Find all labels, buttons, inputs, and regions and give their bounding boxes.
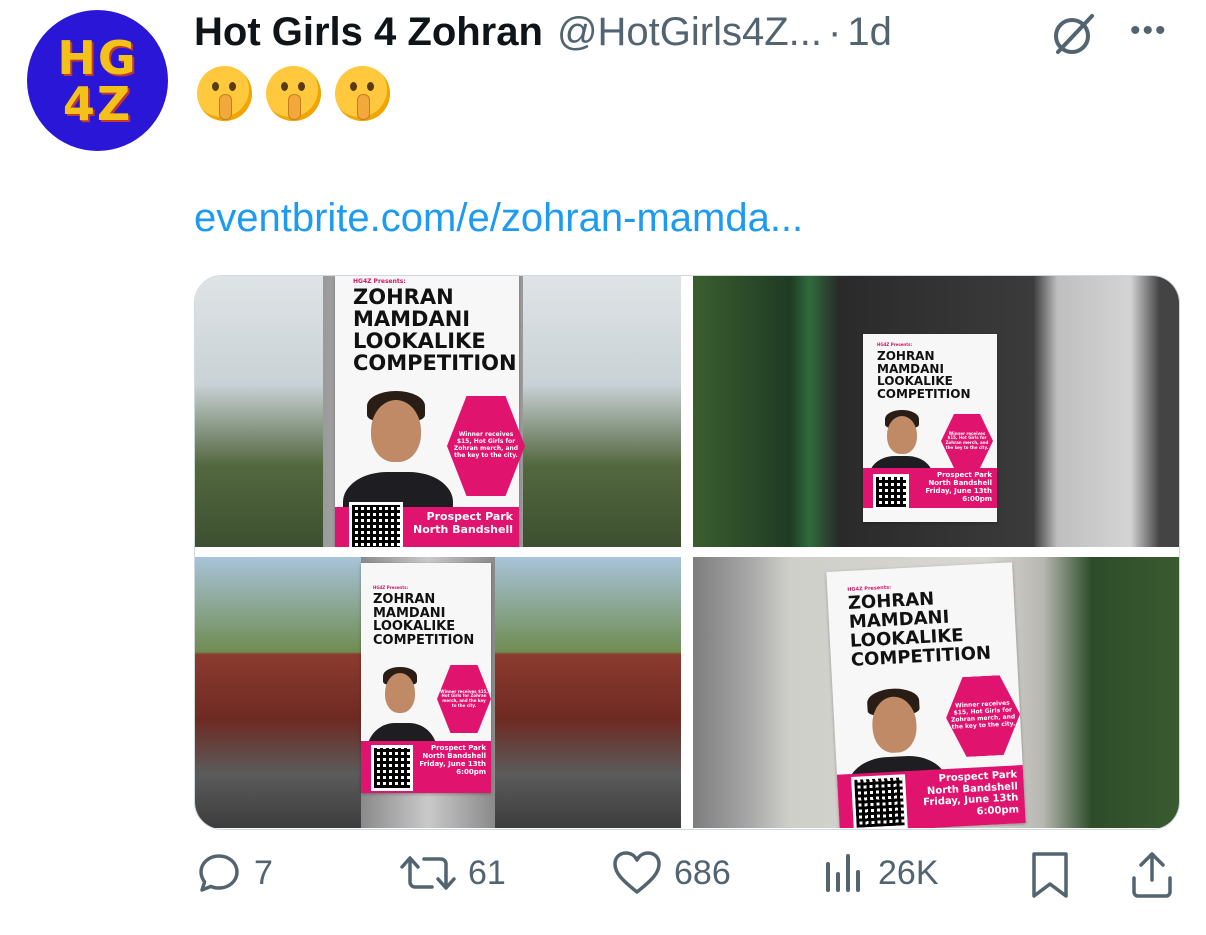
portrait-face [887,416,917,454]
shushing-face-emoji [266,66,321,121]
retweet-count: 61 [468,853,506,892]
photo-2[interactable]: HG4Z Presents: ZOHRAN MAMDANI LOOKALIKE … [693,276,1179,547]
retweet-button[interactable]: 61 [400,850,506,896]
photo-4[interactable]: HG4Z Presents: ZOHRAN MAMDANI LOOKALIKE … [693,557,1179,828]
grok-icon[interactable] [1048,8,1100,60]
share-icon [1132,852,1172,898]
reply-icon [199,854,239,892]
poster-title-line: MAMDANI [353,307,471,332]
tweet-link[interactable]: eventbrite.com/e/zohran-mamda... [194,196,803,241]
poster-title-line: ZOHRAN [373,592,436,607]
photo-1[interactable]: HG4Z Presents: ZOHRAN MAMDANI LOOKALIKE … [195,276,681,547]
poster-title-line: LOOKALIKE [353,329,486,354]
like-icon [613,851,661,894]
qr-code [349,502,403,547]
poster: HG4Z Presents: ZOHRAN MAMDANI LOOKALIKE … [826,562,1026,828]
avatar[interactable]: HG 4Z [27,10,168,151]
poster-title-line: COMPETITION [850,642,992,671]
poster-title: ZOHRAN MAMDANI LOOKALIKE COMPETITION [373,593,474,648]
poster: HG4Z Presents: ZOHRAN MAMDANI LOOKALIKE … [361,563,491,793]
qr-code [371,745,413,791]
poster-presents: HG4Z Presents: [373,585,409,590]
tweet-text [197,66,390,121]
poster-title: ZOHRAN MAMDANI LOOKALIKE COMPETITION [877,350,971,400]
poster-title-line: MAMDANI [373,605,446,621]
poster-title-line: COMPETITION [373,632,475,648]
more-icon[interactable]: ••• [1130,14,1168,48]
poster-title-line: ZOHRAN [353,285,454,309]
avatar-text-line1: HG [57,30,138,85]
handle[interactable]: @HotGirls4Z... [557,10,822,55]
poster: HG4Z Presents: ZOHRAN MAMDANI LOOKALIKE … [863,334,997,522]
like-button[interactable]: 686 [612,850,731,896]
prize-badge: Winner receives $15, Hot Girls for Zohra… [941,414,993,468]
reply-count: 7 [254,853,273,892]
poster-title-line: LOOKALIKE [877,374,953,389]
poster-title: ZOHRAN MAMDANI LOOKALIKE COMPETITION [353,286,517,374]
retweet-icon [400,856,456,890]
avatar-text-line2: 4Z [62,76,133,131]
poster: HG4Z Presents: ZOHRAN MAMDANI LOOKALIKE … [335,276,525,547]
photo-3[interactable]: HG4Z Presents: ZOHRAN MAMDANI LOOKALIKE … [195,557,681,828]
views-count: 26K [878,853,939,892]
qr-code [873,474,909,510]
shushing-face-emoji [197,66,252,121]
poster-presents: HG4Z Presents: [353,278,406,285]
display-name[interactable]: Hot Girls 4 Zohran [194,10,543,55]
portrait-face [371,400,421,462]
views-icon [826,854,860,892]
action-bar: 7 61 686 26K [0,850,1206,910]
poster-title-line: ZOHRAN [877,349,935,363]
separator: · [828,9,842,54]
reply-button[interactable]: 7 [196,850,273,896]
poster-title-line: COMPETITION [353,351,517,376]
poster-title-line: LOOKALIKE [373,619,456,635]
bookmark-icon [1032,852,1068,898]
portrait-face [385,673,415,713]
views-button[interactable]: 26K [822,850,939,896]
like-count: 686 [674,853,731,892]
media-grid: HG4Z Presents: ZOHRAN MAMDANI LOOKALIKE … [194,275,1180,830]
tweet-header: Hot Girls 4 Zohran @HotGirls4Z... · 1d [194,6,892,58]
share-button[interactable] [1128,850,1176,900]
timestamp[interactable]: 1d [847,10,892,55]
poster-presents: HG4Z Presents: [877,342,913,347]
poster-title-line: COMPETITION [877,386,971,401]
shushing-face-emoji [335,66,390,121]
prize-badge: Winner receives $15, Hot Girls for Zohra… [944,674,1022,758]
poster-title: ZOHRAN MAMDANI LOOKALIKE COMPETITION [847,588,992,671]
prize-badge: Winner receives $15, Hot Girls for Zohra… [437,665,491,733]
bookmark-button[interactable] [1028,850,1072,900]
prize-badge: Winner receives $15, Hot Girls for Zohra… [447,396,525,496]
qr-code [851,774,908,828]
